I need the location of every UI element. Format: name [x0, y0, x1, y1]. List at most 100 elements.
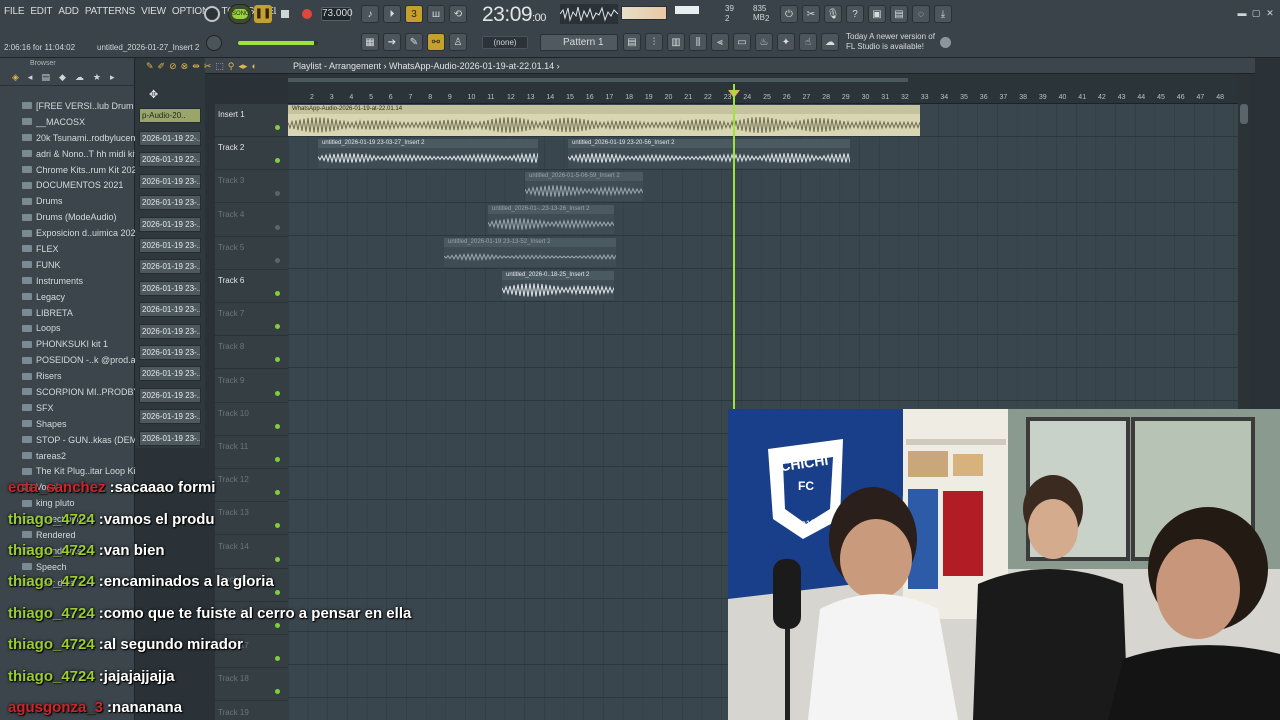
rack-item-active[interactable]: p-Audio-20..	[139, 108, 201, 123]
touch-icon[interactable]: ☝	[799, 33, 817, 51]
help-icon[interactable]: ?	[846, 5, 864, 23]
audio-clip-muted[interactable]: untitled_2026-01-..23-13-26_Insert 2	[488, 205, 614, 234]
rack-channel-button[interactable]: 2026-01-19 23-..	[139, 259, 201, 275]
browser-folder-item[interactable]: 20k Tsunami..rodbylucent	[0, 130, 135, 146]
browser-folder-item[interactable]: Drums (ModeAudio)	[0, 209, 135, 225]
tempo-display[interactable]: 73.000	[321, 7, 353, 21]
audio-clip[interactable]: untitled_2026-01-19 23-03-27_Insert 2	[318, 139, 538, 168]
rack-channel-button[interactable]: 2026-01-19 23-..	[139, 216, 201, 232]
step-edit-icon[interactable]: ш	[427, 5, 445, 23]
browser-view-icon[interactable]: ⫷	[711, 33, 729, 51]
track-mute-led[interactable]	[275, 257, 280, 263]
browser-folder-item[interactable]: Exposicion d..uimica 2021	[0, 225, 135, 241]
audio-clip[interactable]: untitled_2026-0..18-25_Insert 2	[502, 271, 614, 300]
track-mute-led[interactable]	[275, 158, 280, 164]
rack-channel-button[interactable]: 2026-01-19 23-..	[139, 430, 201, 446]
maximize-icon[interactable]: ▢	[1250, 8, 1262, 18]
rack-channel-button[interactable]: 2026-01-19 23-..	[139, 173, 201, 189]
track-header[interactable]: Track 7	[215, 303, 288, 337]
browser-folder-item[interactable]: DOCUMENTOS 2021	[0, 177, 135, 193]
close-icon[interactable]: ✕	[1264, 8, 1276, 18]
track-mute-led[interactable]	[275, 125, 280, 130]
save-icon[interactable]: ▣	[868, 5, 886, 23]
browser-folder-item[interactable]: FUNK	[0, 257, 135, 273]
browser-folder-item[interactable]: tareas2	[0, 448, 135, 464]
rack-channel-button[interactable]: 2026-01-19 23-..	[139, 366, 201, 382]
browser-folder-item[interactable]: LIBRETA	[0, 305, 135, 321]
audio-clip-muted[interactable]: untitled_2026-01-19 23-13-52_Insert 2	[444, 238, 616, 267]
browser-folder-item[interactable]: adri & Nono..T hh midi kit	[0, 146, 135, 162]
midi-icon[interactable]: ▤	[890, 5, 908, 23]
track-header[interactable]: Track 5	[215, 237, 288, 270]
loop-record-icon[interactable]: ⟲	[449, 5, 467, 23]
power-icon[interactable]: ⏻	[780, 5, 798, 23]
pattern-selector[interactable]: Pattern 1	[540, 34, 618, 51]
track-mute-led[interactable]	[275, 324, 280, 330]
rack-channel-button[interactable]: 2026-01-19 23-..	[139, 195, 201, 211]
audio-clip[interactable]: WhatsApp-Audio-2026-01-19-at-22.01.14	[288, 105, 920, 136]
mixer-icon[interactable]: ⫼	[689, 33, 707, 51]
link-icon[interactable]: ⚯	[427, 33, 445, 51]
track-mute-led[interactable]	[275, 224, 280, 230]
rack-channel-button[interactable]: 2026-01-19 23-..	[139, 280, 201, 296]
browser-scroll-icon[interactable]: ▸	[110, 72, 115, 83]
pattern-picker-select[interactable]: (none)	[482, 36, 528, 49]
metronome-icon[interactable]: ♪	[361, 5, 379, 23]
song-position-display[interactable]: 23:09:00	[482, 3, 546, 27]
track-header[interactable]: Track 9	[215, 370, 288, 403]
track-header[interactable]: Insert 1	[215, 104, 288, 137]
browser-folder-item[interactable]: PHONKSUKI kit 1	[0, 336, 135, 352]
track-header[interactable]: Track 8	[215, 336, 288, 370]
timeline-ruler[interactable]: 2 3 4 5 6 7 8 9 10 11 12 13 14 15 16 17 18 19 20 21 22 23 24 25…	[288, 74, 1248, 104]
browser-star-icon[interactable]: ★	[93, 72, 101, 83]
microphone-icon[interactable]: 🎙	[824, 5, 842, 23]
download-icon[interactable]: ⤓	[934, 5, 952, 23]
rack-channel-button[interactable]: 2026-01-19 23-..	[139, 323, 201, 339]
slice-tool-icon[interactable]: ✂	[204, 61, 212, 72]
browser-folder-item[interactable]: SFX	[0, 400, 135, 416]
zoom-tool-icon[interactable]: ⚲	[228, 61, 235, 72]
tools-icon[interactable]: ✦	[777, 33, 795, 51]
cut-icon[interactable]: ✂	[802, 5, 820, 23]
track-header[interactable]: Track 4	[215, 204, 288, 237]
browser-folder-item[interactable]: Chrome Kits..rum Kit 2024	[0, 162, 135, 178]
project-icon[interactable]: ▭	[733, 33, 751, 51]
browser-folder-item[interactable]: __MACOSX	[0, 114, 135, 130]
rack-channel-button[interactable]: 2026-01-19 23-..	[139, 387, 201, 403]
master-volume-slider[interactable]	[238, 41, 318, 45]
rack-channel-button[interactable]: 2026-01-19 23-..	[139, 302, 201, 318]
play-pause-button[interactable]: ❚❚	[254, 5, 272, 23]
mute-tool-icon[interactable]: ⊗	[181, 61, 189, 72]
browser-collapse-icon[interactable]: ▤	[41, 72, 50, 83]
browser-folder-item[interactable]: Loops	[0, 320, 135, 336]
track-mute-led[interactable]	[275, 457, 280, 462]
arrows-icon[interactable]: ✥	[149, 88, 158, 101]
countdown-icon[interactable]: 3	[405, 5, 423, 23]
arrow-right-icon[interactable]: ➔	[383, 33, 401, 51]
browser-folder-item[interactable]: Instruments	[0, 273, 135, 289]
rack-channel-button[interactable]: 2026-01-19 23-..	[139, 345, 201, 360]
pencil-icon[interactable]: ✎	[405, 33, 423, 51]
track-header[interactable]: Track 11	[215, 436, 288, 469]
browser-menu-icon[interactable]: ◈	[12, 72, 19, 83]
menu-patterns[interactable]: PATTERNS	[85, 6, 135, 17]
browser-folder-item[interactable]: SCORPION MI..PRODBYLJS	[0, 384, 135, 400]
stop-button[interactable]	[276, 5, 294, 23]
browser-folder-item[interactable]: POSEIDON -..k @prod.ari	[0, 352, 135, 368]
track-mute-led[interactable]	[275, 191, 280, 197]
rack-channel-button[interactable]: 2026-01-19 22-..	[139, 152, 201, 168]
select-tool-icon[interactable]: ⬚	[215, 61, 224, 72]
track-header[interactable]: Track 2	[215, 137, 288, 171]
wait-for-input-icon[interactable]: ⏵	[383, 5, 401, 23]
menu-view[interactable]: VIEW	[141, 6, 166, 17]
delete-tool-icon[interactable]: ⊘	[169, 61, 177, 72]
update-globe-icon[interactable]	[940, 37, 951, 48]
browser-folder-item[interactable]: Drums	[0, 193, 135, 209]
rack-channel-button[interactable]: 2026-01-19 23-..	[139, 409, 201, 425]
channel-rack-icon[interactable]: ⫶	[645, 33, 663, 51]
browser-folder-item[interactable]: STOP - GUN..kkas (DEMO)	[0, 432, 135, 448]
track-mute-led[interactable]	[275, 291, 280, 296]
cloud-icon[interactable]: ☁	[821, 33, 839, 51]
audio-clip-muted[interactable]: untitled_2026-01-5-06-59_Insert 2	[525, 172, 643, 201]
record-button[interactable]	[298, 5, 316, 23]
